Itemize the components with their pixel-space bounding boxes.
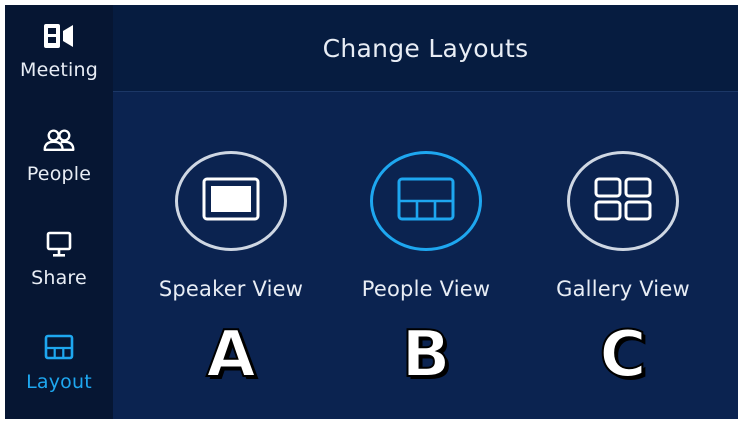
layout-icon: [42, 331, 76, 365]
header: Change Layouts: [113, 5, 738, 92]
sidebar: Meeting People Share Layout: [5, 5, 113, 419]
sidebar-item-label: Meeting: [19, 59, 98, 81]
marker-a: A: [205, 317, 257, 393]
gallery-view-option[interactable]: Gallery View: [523, 151, 723, 301]
meeting-icon: [42, 19, 76, 53]
sidebar-item-share[interactable]: Share: [5, 213, 113, 313]
speaker-view-button[interactable]: [175, 151, 287, 251]
marker-b: B: [401, 317, 452, 393]
marker-c: C: [599, 317, 648, 393]
sidebar-item-label: People: [26, 163, 92, 185]
people-icon: [42, 123, 76, 157]
sidebar-item-label: Share: [31, 267, 87, 289]
sidebar-item-people[interactable]: People: [5, 109, 113, 209]
speaker-view-icon: [202, 177, 260, 225]
app-window: Meeting People Share Layout Change Layou…: [5, 5, 738, 419]
sidebar-item-meeting[interactable]: Meeting: [5, 5, 113, 105]
people-view-button[interactable]: [370, 151, 482, 251]
people-view-label: People View: [361, 277, 491, 301]
speaker-view-label: Speaker View: [158, 277, 304, 301]
gallery-view-icon: [594, 177, 652, 225]
sidebar-item-layout[interactable]: Layout: [5, 317, 113, 417]
gallery-view-button[interactable]: [567, 151, 679, 251]
people-view-icon: [397, 177, 455, 225]
share-icon: [42, 227, 76, 261]
gallery-view-label: Gallery View: [556, 277, 690, 301]
sidebar-item-label: Layout: [26, 371, 92, 393]
speaker-view-option[interactable]: Speaker View: [131, 151, 331, 301]
people-view-option[interactable]: People View: [326, 151, 526, 301]
page-title: Change Layouts: [322, 33, 529, 63]
